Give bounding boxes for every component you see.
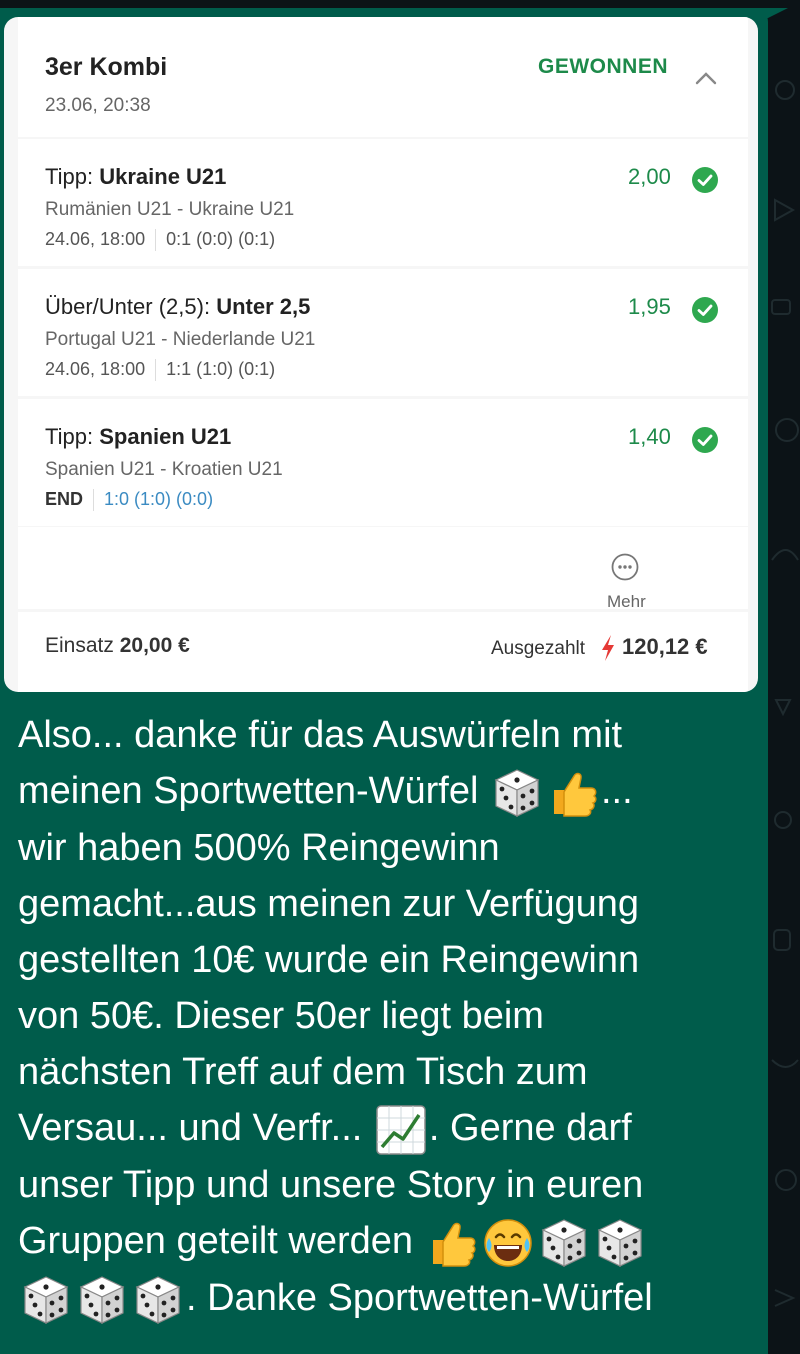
check-circle-icon	[692, 297, 718, 323]
message-line: Versau... und Verfr... . Gerne darf	[18, 1100, 748, 1157]
selection-match: Rumänien U21 - Ukraine U21	[45, 199, 295, 220]
more-dots-icon	[611, 553, 639, 581]
message-line: wir haben 500% Reingewinn	[18, 826, 500, 869]
selection-meta: 24.06, 18:00 0:1 (0:0) (0:1)	[45, 229, 275, 252]
dice-emoji	[131, 1273, 185, 1327]
bet-footer: Einsatz 20,00 € Ausgezahlt 120,12 €	[18, 612, 748, 692]
selection-tip: Über/Unter (2,5): Unter 2,5	[45, 294, 311, 319]
message-line: meinen Sportwetten-Würfel ...	[18, 763, 748, 820]
selection-odds: 1,95	[628, 294, 671, 319]
message-line: gestellten 10€ wurde ein Reingewinn	[18, 938, 640, 981]
dice-emoji	[75, 1273, 129, 1327]
message-line: unser Tipp und unsere Story in euren	[18, 1163, 644, 1206]
message-line: von 50€. Dieser 50er liegt beim	[18, 994, 544, 1037]
bet-selection[interactable]: Tipp: Ukraine U21 Rumänien U21 - Ukraine…	[18, 139, 748, 266]
thumbs-up-emoji	[425, 1216, 479, 1270]
selection-match: Spanien U21 - Kroatien U21	[45, 459, 283, 480]
payout-value: 120,12 €	[622, 634, 708, 659]
selection-odds: 2,00	[628, 164, 671, 189]
stake: Einsatz 20,00 €	[45, 634, 190, 657]
message-line: nächsten Treff auf dem Tisch zum	[18, 1050, 588, 1093]
dice-emoji	[19, 1273, 73, 1327]
bet-status-badge: GEWONNEN	[538, 55, 668, 78]
message-bubble-tail	[752, 8, 788, 26]
thumbs-up-emoji	[546, 766, 600, 820]
selection-match: Portugal U21 - Niederlande U21	[45, 329, 316, 350]
check-circle-icon	[692, 427, 718, 453]
selection-meta: END 1:0 (1:0) (0:0)	[45, 489, 213, 512]
selection-odds: 1,40	[628, 424, 671, 449]
bet-slip-card[interactable]: 3er Kombi 23.06, 20:38 GEWONNEN Tipp: Uk…	[4, 17, 758, 692]
dice-emoji	[490, 766, 544, 820]
more-button[interactable]: Mehr	[18, 527, 748, 611]
message-line: gemacht...aus meinen zur Verfügung	[18, 882, 640, 925]
selection-meta: 24.06, 18:00 1:1 (1:0) (0:1)	[45, 359, 275, 382]
bet-date: 23.06, 20:38	[45, 95, 151, 116]
chevron-up-icon[interactable]	[694, 71, 718, 85]
lightning-icon	[602, 635, 614, 661]
message-line: Also... danke für das Auswürfeln mit	[18, 714, 623, 756]
bet-header[interactable]: 3er Kombi 23.06, 20:38 GEWONNEN	[18, 17, 748, 137]
more-label: Mehr	[607, 592, 646, 611]
bet-selection[interactable]: Tipp: Spanien U21 Spanien U21 - Kroatien…	[18, 399, 748, 526]
message-line: Gruppen geteilt werden	[18, 1213, 748, 1270]
chart-increasing-emoji	[374, 1103, 428, 1157]
selection-tip: Tipp: Spanien U21	[45, 424, 232, 449]
dice-emoji	[537, 1216, 591, 1270]
bet-selection[interactable]: Über/Unter (2,5): Unter 2,5 Portugal U21…	[18, 269, 748, 396]
message-line: . Danke Sportwetten-Würfel	[18, 1270, 748, 1327]
message-text: Also... danke für das Auswürfeln mit mei…	[18, 707, 748, 1327]
payout-label: Ausgezahlt	[491, 638, 586, 659]
check-circle-icon	[692, 167, 718, 193]
laughing-emoji	[481, 1216, 535, 1270]
selection-tip: Tipp: Ukraine U21	[45, 164, 227, 189]
dice-emoji	[593, 1216, 647, 1270]
bet-title: 3er Kombi	[45, 53, 168, 81]
